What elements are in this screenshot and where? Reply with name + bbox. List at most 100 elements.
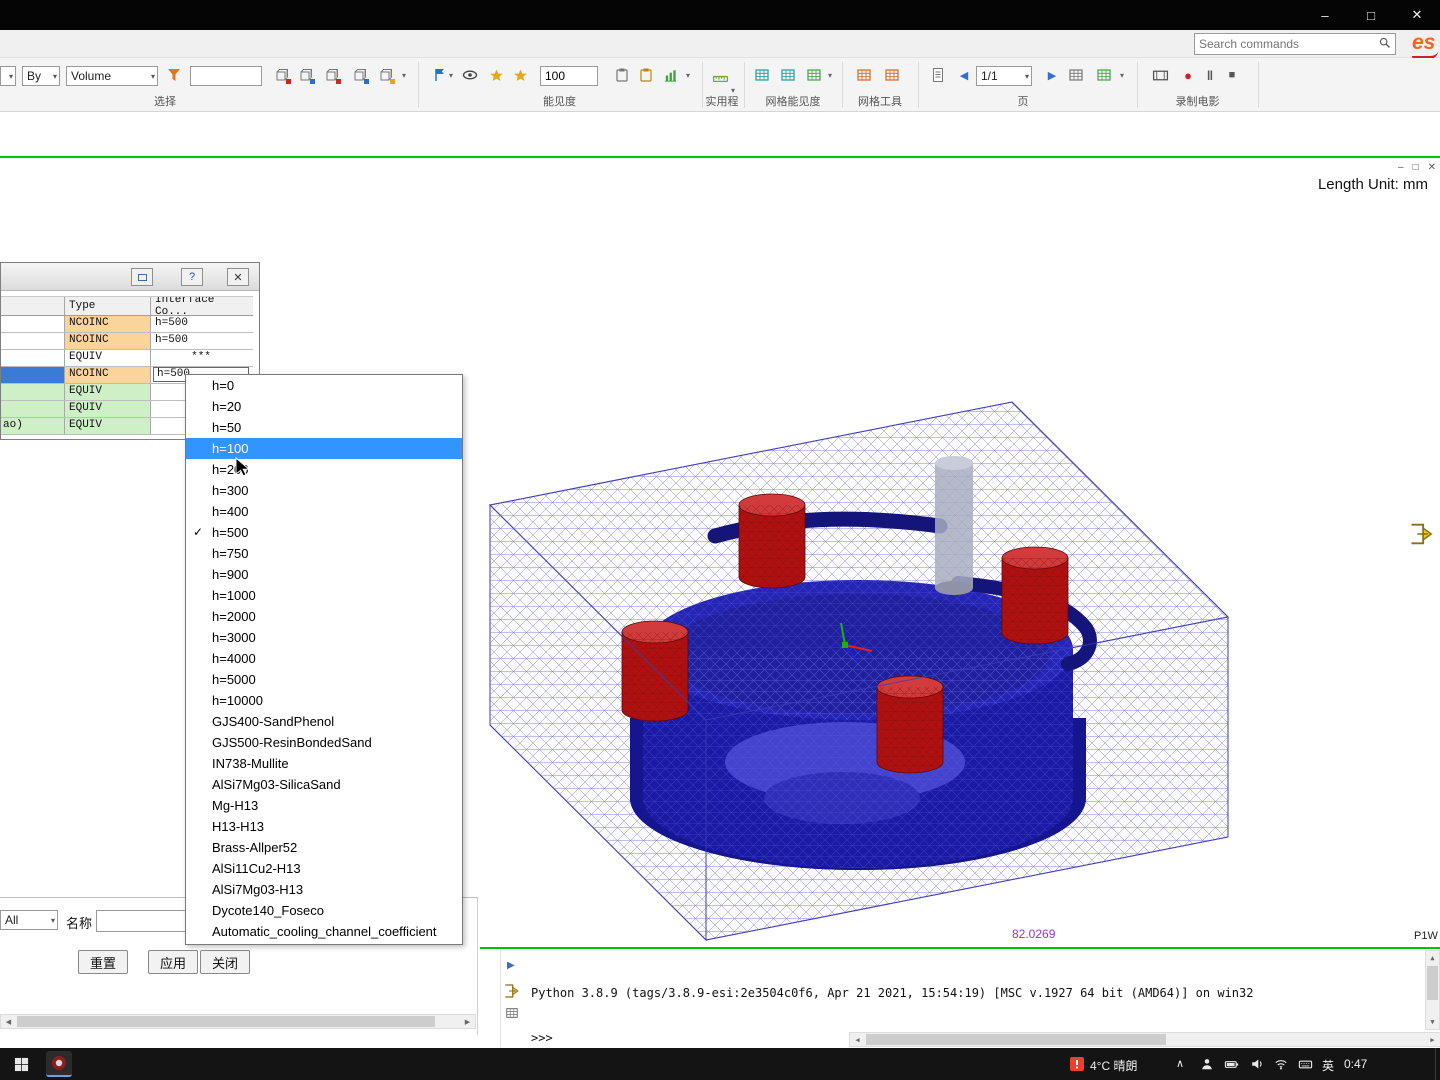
dropdown-item[interactable]: h=300: [186, 480, 462, 501]
export-view-icon[interactable]: [1408, 520, 1436, 551]
select-mode-icon-2[interactable]: [296, 65, 316, 85]
console-hscrollbar[interactable]: ◀ ▶: [849, 1032, 1440, 1047]
dropdown-item[interactable]: h=5000: [186, 669, 462, 690]
console-vscrollbar[interactable]: ▲ ▼: [1425, 950, 1440, 1030]
page-next-icon[interactable]: ▶: [1042, 65, 1062, 85]
table-header-row[interactable]: Type Interface Co...: [1, 296, 253, 316]
input-language[interactable]: 英: [1322, 1057, 1334, 1074]
chart-icon[interactable]: [660, 65, 680, 85]
dropdown-item[interactable]: h=10000: [186, 690, 462, 711]
column-type[interactable]: Type: [65, 297, 151, 315]
dropdown-item[interactable]: H13-H13: [186, 816, 462, 837]
dropdown-item[interactable]: h=20: [186, 396, 462, 417]
dropdown-item[interactable]: AlSi7Mg03-H13: [186, 879, 462, 900]
tray-battery-icon[interactable]: [1222, 1055, 1240, 1073]
dropdown-item[interactable]: Dycote140_Foseco: [186, 900, 462, 921]
scroll-left-icon[interactable]: ◀: [850, 1033, 865, 1046]
filter-all-combo[interactable]: All ▾: [0, 910, 58, 930]
utility-ruler-icon[interactable]: [710, 65, 730, 85]
page-table-icon[interactable]: [1066, 65, 1086, 85]
select-mode-icon-4[interactable]: [350, 65, 370, 85]
page-group-chevron-icon[interactable]: ▾: [1120, 71, 1124, 80]
dropdown-item[interactable]: h=2000: [186, 606, 462, 627]
scroll-right-icon[interactable]: ▶: [1425, 1033, 1440, 1046]
scroll-up-icon[interactable]: ▲: [1426, 951, 1439, 965]
select-mode-icon-3[interactable]: [322, 65, 342, 85]
scrollbar-thumb[interactable]: [17, 1016, 435, 1027]
visibility-flag-icon[interactable]: [430, 65, 450, 85]
dropdown-item[interactable]: GJS500-ResinBondedSand: [186, 732, 462, 753]
start-button[interactable]: [12, 1055, 30, 1073]
record-icon[interactable]: ●: [1178, 65, 1198, 85]
console-export-icon[interactable]: [503, 982, 521, 1003]
tray-speaker-icon[interactable]: [1248, 1055, 1266, 1073]
weather-alert-icon[interactable]: [1068, 1055, 1086, 1073]
search-input[interactable]: [1199, 37, 1378, 51]
window-minimize-button[interactable]: –: [1302, 0, 1348, 30]
select-group-chevron-icon[interactable]: ▾: [402, 71, 406, 80]
select-mode-icon-1[interactable]: [272, 65, 292, 85]
dropdown-item[interactable]: IN738-Mullite: [186, 753, 462, 774]
tray-network-icon[interactable]: [1272, 1055, 1290, 1073]
close-button[interactable]: 关闭: [200, 950, 250, 974]
page-number-combo[interactable]: 1/1 ▾: [976, 66, 1032, 86]
tray-chevron-icon[interactable]: ∧: [1176, 1057, 1184, 1070]
dropdown-item-checked[interactable]: ✓ h=500: [186, 522, 462, 543]
taskbar-app-icon[interactable]: [46, 1051, 72, 1077]
table-row[interactable]: NCOINC h=500: [1, 333, 253, 350]
pause-icon[interactable]: ‖: [1200, 65, 1220, 85]
page-prev-icon[interactable]: ◀: [954, 65, 974, 85]
console-window-icon[interactable]: [505, 1006, 519, 1023]
dropdown-item[interactable]: AlSi11Cu2-H13: [186, 858, 462, 879]
dropdown-item[interactable]: h=900: [186, 564, 462, 585]
apply-button[interactable]: 应用: [148, 950, 198, 974]
select-by-combo[interactable]: By ▾: [22, 66, 60, 86]
dropdown-item[interactable]: h=1000: [186, 585, 462, 606]
reset-button[interactable]: 重置: [78, 950, 128, 974]
table-row[interactable]: NCOINC h=500: [1, 316, 253, 333]
page-doc-icon[interactable]: [928, 65, 948, 85]
panel-hscrollbar[interactable]: ◀ ▶: [0, 1014, 476, 1029]
python-console[interactable]: ▶ Python 3.8.9 (tags/3.8.9-esi:2e3504c0f…: [500, 950, 1440, 1047]
dropdown-item[interactable]: Brass-Allper52: [186, 837, 462, 858]
tray-keyboard-icon[interactable]: [1296, 1055, 1314, 1073]
dialog-titlebar[interactable]: ? ✕: [1, 263, 259, 291]
movie-film-icon[interactable]: [1150, 65, 1170, 85]
dropdown-item[interactable]: AlSi7Mg03-SilicaSand: [186, 774, 462, 795]
mesh-visibility-icon-2[interactable]: [778, 65, 798, 85]
highlight-wand-icon-1[interactable]: [486, 65, 506, 85]
selection-name-input[interactable]: [190, 66, 262, 86]
dropdown-item[interactable]: h=0: [186, 375, 462, 396]
window-maximize-button[interactable]: □: [1348, 0, 1394, 30]
visibility-flag-chevron-icon[interactable]: ▾: [449, 71, 453, 80]
scroll-down-icon[interactable]: ▼: [1426, 1015, 1439, 1029]
dropdown-item[interactable]: h=750: [186, 543, 462, 564]
column-interface[interactable]: Interface Co...: [151, 297, 251, 315]
weather-text[interactable]: 4°C 晴朗: [1090, 1057, 1137, 1074]
tray-person-icon[interactable]: [1198, 1055, 1216, 1073]
selection-filter-icon[interactable]: [164, 65, 184, 85]
dialog-dock-button[interactable]: [131, 268, 153, 286]
clipboard-icon[interactable]: [612, 65, 632, 85]
page-grid-icon[interactable]: [1094, 65, 1114, 85]
dropdown-item[interactable]: h=50: [186, 417, 462, 438]
scroll-right-icon[interactable]: ▶: [460, 1015, 475, 1028]
mesh-visibility-icon-3[interactable]: [804, 65, 824, 85]
eye-icon[interactable]: [460, 65, 480, 85]
show-desktop-button[interactable]: [1435, 1048, 1440, 1080]
dropdown-item-highlighted[interactable]: h=100: [186, 438, 462, 459]
scrollbar-thumb[interactable]: [866, 1034, 1166, 1045]
dropdown-item[interactable]: h=3000: [186, 627, 462, 648]
dialog-help-button[interactable]: ?: [181, 268, 203, 286]
dropdown-item[interactable]: GJS400-SandPhenol: [186, 711, 462, 732]
command-search[interactable]: [1194, 33, 1396, 55]
console-run-icon[interactable]: ▶: [507, 960, 515, 971]
mesh-visibility-chevron-icon[interactable]: ▾: [828, 71, 832, 80]
scrollbar-thumb[interactable]: [1427, 966, 1438, 1000]
table-row[interactable]: EQUIV ***: [1, 350, 253, 367]
mesh-tool-icon-1[interactable]: [854, 65, 874, 85]
stop-icon[interactable]: ■: [1222, 65, 1242, 85]
mesh-visibility-icon-1[interactable]: [752, 65, 772, 85]
mesh-tool-icon-2[interactable]: [882, 65, 902, 85]
visibility-group-chevron-icon[interactable]: ▾: [686, 71, 690, 80]
